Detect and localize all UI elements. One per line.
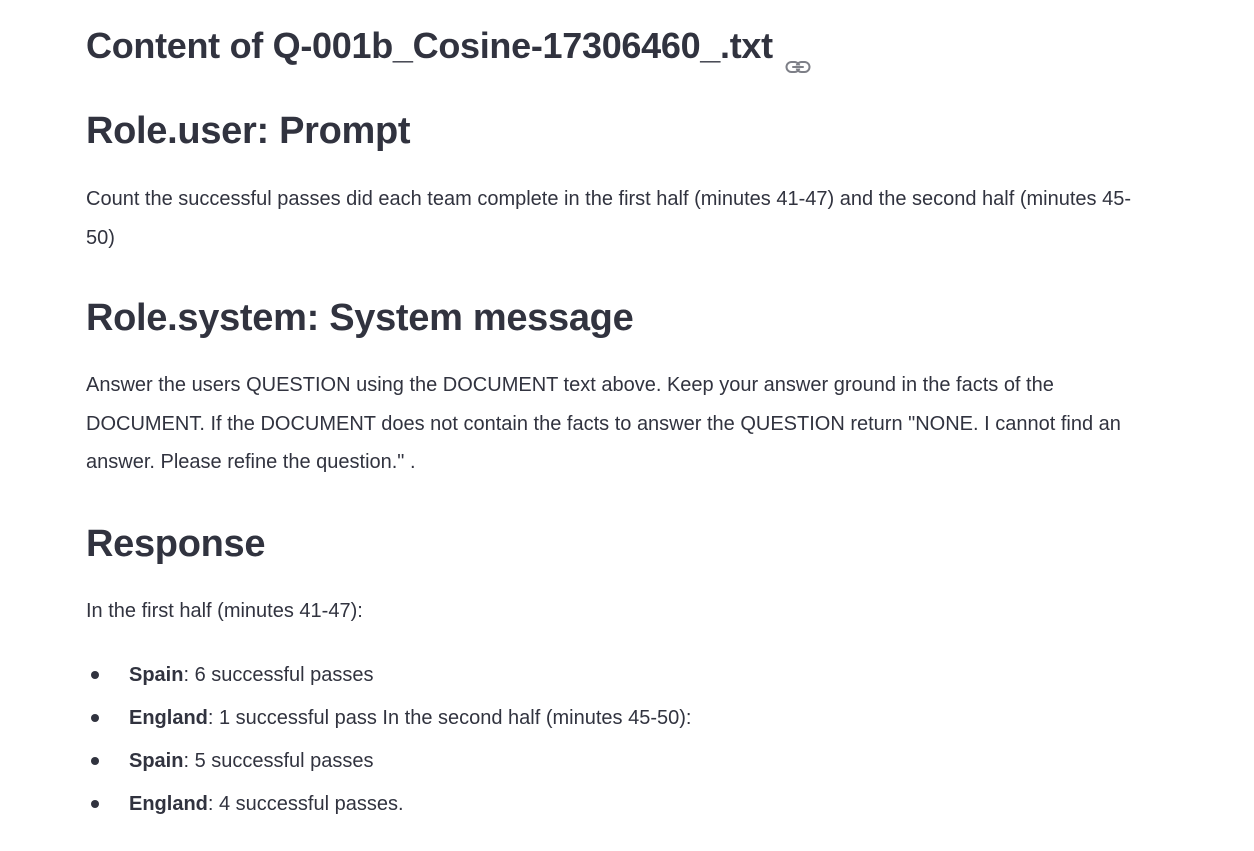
page: Content of Q-001b_Cosine-17306460_.txt R…	[0, 0, 1254, 851]
response-list: Spain: 6 successful passes England: 1 su…	[86, 654, 691, 826]
system-text: Answer the users QUESTION using the DOCU…	[86, 374, 1121, 473]
prompt-heading: Role.user: Prompt	[86, 110, 411, 152]
link-icon[interactable]	[785, 41, 811, 73]
item-detail: : 6 successful passes	[183, 664, 374, 686]
item-detail: : 1 successful pass In the second half (…	[207, 707, 692, 729]
document-title: Content of Q-001b_Cosine-17306460_.txt	[86, 24, 811, 73]
link-icon-svg	[785, 61, 811, 73]
item-detail: : 5 successful passes	[183, 750, 374, 772]
list-item: England: 1 successful pass In the second…	[86, 697, 691, 740]
team-name: Spain	[129, 750, 184, 772]
team-name: England	[129, 793, 208, 815]
list-item: Spain: 5 successful passes	[86, 740, 691, 783]
prompt-text: Count the successful passes did each tea…	[86, 188, 1131, 249]
bullet-dot	[91, 714, 99, 722]
bullet-dot	[91, 800, 99, 808]
bullet-dot	[91, 671, 99, 679]
team-name: England	[129, 707, 208, 729]
item-detail: : 4 successful passes.	[207, 793, 404, 815]
document-title-text: Content of Q-001b_Cosine-17306460_.txt	[86, 25, 773, 66]
response-intro: In the first half (minutes 41-47):	[86, 600, 363, 622]
bullet-dot	[91, 757, 99, 765]
list-item: England: 4 successful passes.	[86, 783, 691, 826]
team-name: Spain	[129, 664, 184, 686]
list-item: Spain: 6 successful passes	[86, 654, 691, 697]
response-heading: Response	[86, 523, 266, 565]
system-heading: Role.system: System message	[86, 297, 634, 339]
